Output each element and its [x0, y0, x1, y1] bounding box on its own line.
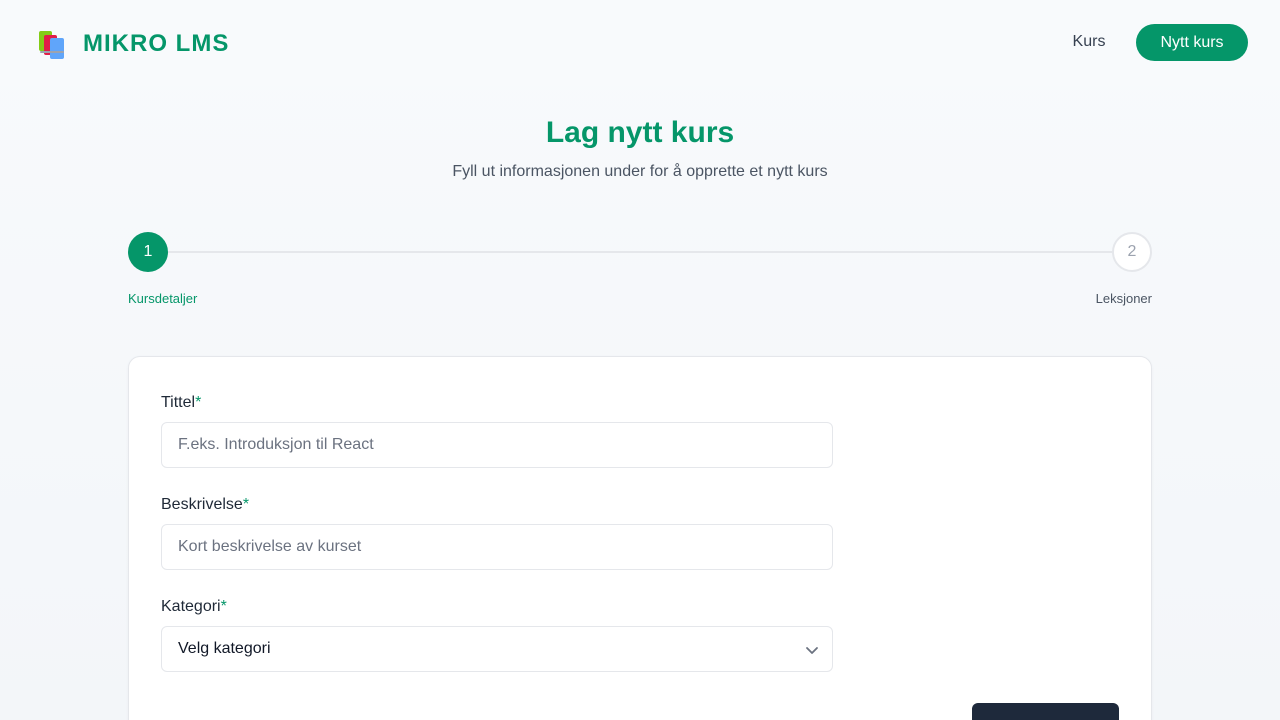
next-step-button[interactable] [972, 703, 1119, 720]
title-input[interactable] [161, 422, 833, 468]
category-select[interactable]: Velg kategori [161, 626, 833, 672]
step-1-label: Kursdetaljer [128, 291, 198, 306]
page-subtitle: Fyll ut informasjonen under for å oppret… [452, 163, 828, 180]
title-label: Tittel* [161, 394, 201, 412]
logo[interactable]: MIKRO LMS [37, 29, 229, 59]
required-marker: * [195, 394, 202, 411]
required-marker: * [242, 496, 250, 513]
chevron-down-icon [806, 647, 818, 654]
description-input[interactable] [161, 524, 833, 570]
header: MIKRO LMS Kurs Nytt kurs [0, 0, 1280, 86]
category-selected-value: Velg kategori [178, 640, 271, 657]
category-label: Kategori* [161, 598, 227, 616]
step-1-indicator: 1 [128, 232, 168, 272]
logo-text: MIKRO LMS [83, 30, 230, 57]
books-icon [37, 29, 70, 59]
new-course-button[interactable]: Nytt kurs [1136, 24, 1248, 61]
stepper-line [148, 251, 1132, 253]
step-2-indicator: 2 [1112, 232, 1152, 272]
required-marker: * [220, 598, 227, 615]
description-label-text: Beskrivelse [161, 496, 243, 513]
course-form-card: Tittel* Beskrivelse* Kategori* Velg kate… [128, 356, 1152, 720]
page-title: Lag nytt kurs [545, 116, 735, 149]
nav-link-kurs[interactable]: Kurs [1060, 33, 1118, 51]
description-label: Beskrivelse* [161, 496, 249, 514]
category-label-text: Kategori [161, 598, 221, 615]
step-2-label: Leksjoner [1095, 291, 1152, 306]
title-label-text: Tittel [161, 394, 196, 411]
